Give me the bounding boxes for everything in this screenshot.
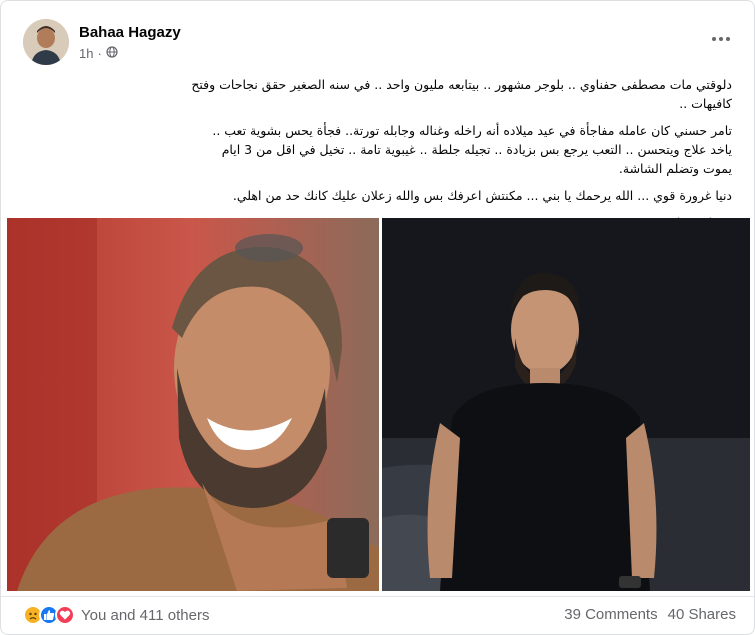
author-avatar[interactable] — [23, 19, 69, 65]
more-options-icon[interactable] — [708, 29, 734, 49]
globe-icon[interactable] — [106, 46, 118, 61]
engagement-counts: 39 Comments 40 Shares — [564, 606, 736, 623]
post-paragraph-2: تامر حسني كان عامله مفاجأة في عيد ميلاده… — [212, 123, 732, 176]
post-photo-right[interactable] — [382, 218, 750, 591]
author-name[interactable]: Bahaa Hagazy — [79, 24, 181, 41]
post-meta: 1h · — [79, 46, 118, 61]
post-time[interactable]: 1h — [79, 46, 93, 61]
reactions-summary[interactable]: You and 411 others — [23, 605, 209, 625]
post-paragraph-1: دلوقتي مات مصطفى حفناوي .. بلوجر مشهور .… — [191, 77, 732, 111]
facebook-post: Bahaa Hagazy 1h · دلوقتي مات مصطفى حفناو… — [0, 0, 755, 635]
love-reaction-icon — [55, 605, 75, 625]
comments-count[interactable]: 39 Comments — [564, 606, 657, 623]
post-header: Bahaa Hagazy 1h · — [23, 19, 742, 69]
shares-count[interactable]: 40 Shares — [668, 606, 736, 623]
post-photo-left[interactable] — [7, 218, 379, 591]
post-footer: You and 411 others 39 Comments 40 Shares — [1, 596, 754, 634]
reactions-count-text[interactable]: You and 411 others — [81, 607, 209, 624]
post-paragraph-3: دنيا غرورة قوي ... الله يرحمك يا بني ...… — [232, 188, 732, 203]
post-text: دلوقتي مات مصطفى حفناوي .. بلوجر مشهور .… — [191, 75, 732, 240]
